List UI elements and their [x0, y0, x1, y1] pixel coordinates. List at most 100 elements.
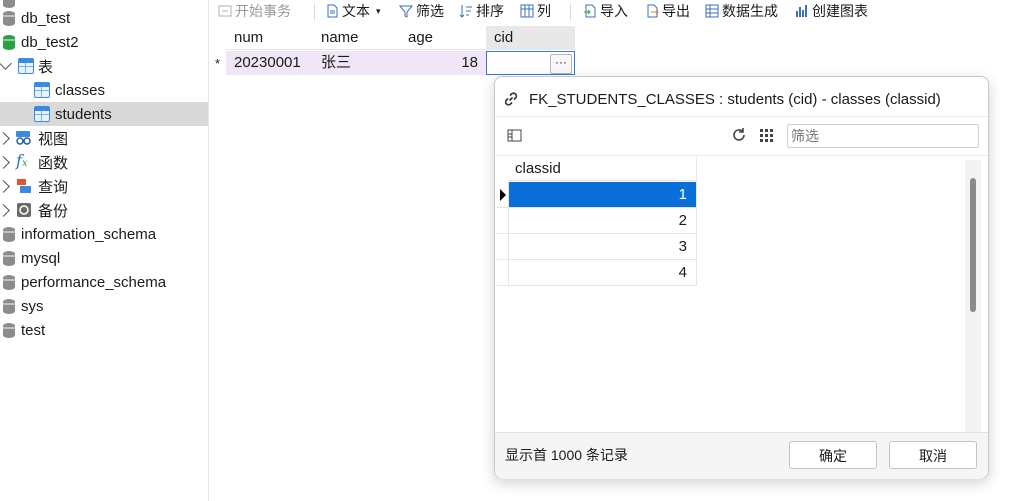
foreign-key-lookup-button[interactable]: ··· — [550, 54, 572, 74]
column-layout-icon[interactable] — [507, 128, 522, 143]
tree-item-label: sys — [21, 297, 44, 315]
navigation-sidebar: db_test db_test2 表 classes students 视图 f… — [0, 0, 209, 501]
record-count-text: 显示首 1000 条记录 — [505, 447, 628, 463]
dropdown-arrow-icon: ▾ — [376, 5, 381, 16]
tree-item-db-test[interactable]: db_test — [0, 6, 208, 30]
toolbar-divider — [314, 3, 315, 21]
export-button[interactable]: 导出 — [645, 0, 690, 22]
database-icon — [3, 299, 15, 314]
chevron-right-icon[interactable] — [0, 156, 10, 169]
table-icon — [34, 82, 50, 98]
lookup-row[interactable]: 3 — [509, 234, 697, 260]
column-header-age[interactable]: age — [400, 26, 487, 50]
tree-item-views[interactable]: 视图 — [0, 126, 208, 150]
column-header-classid[interactable]: classid — [509, 157, 697, 181]
cell-num[interactable]: 20230001 — [226, 51, 314, 75]
grid-view-icon[interactable] — [758, 127, 774, 143]
tree-item-label: 备份 — [38, 202, 69, 220]
document-icon — [327, 4, 338, 18]
sort-button[interactable]: 排序 — [459, 0, 504, 22]
refresh-icon[interactable] — [731, 127, 747, 143]
table-icon — [34, 106, 50, 122]
export-label: 导出 — [662, 3, 690, 19]
tree-item-test[interactable]: test — [0, 318, 208, 342]
tree-item-backups[interactable]: 备份 — [0, 198, 208, 222]
cell-name[interactable]: 张三 — [313, 51, 401, 75]
lookup-row[interactable]: 1 — [509, 182, 697, 208]
transaction-icon — [218, 5, 232, 17]
chevron-right-icon[interactable] — [0, 132, 10, 145]
row-marker — [497, 260, 509, 286]
export-icon — [647, 4, 659, 18]
tree-item-queries[interactable]: 查询 — [0, 174, 208, 198]
link-icon — [504, 92, 518, 106]
database-icon — [3, 275, 15, 290]
query-icon — [17, 179, 31, 193]
lookup-row[interactable]: 2 — [509, 208, 697, 234]
filter-input[interactable] — [787, 124, 979, 148]
text-menu-button[interactable]: 文本 ▾ — [325, 0, 381, 22]
tree-item-information-schema[interactable]: information_schema — [0, 222, 208, 246]
tree-item-label: 视图 — [38, 130, 69, 148]
ok-button[interactable]: 确定 — [789, 441, 877, 469]
tree-item-tables[interactable]: 表 — [0, 54, 208, 78]
chevron-down-icon[interactable] — [0, 57, 12, 70]
generate-data-button[interactable]: 数据生成 — [705, 0, 778, 22]
import-icon — [584, 4, 596, 18]
tree-item-label: information_schema — [21, 225, 157, 243]
tree-item-sys[interactable]: sys — [0, 294, 208, 318]
create-chart-button[interactable]: 创建图表 — [795, 0, 868, 22]
text-label: 文本 — [342, 3, 370, 19]
cancel-button[interactable]: 取消 — [889, 441, 977, 469]
cell-cid[interactable]: ··· — [486, 51, 575, 75]
row-marker — [497, 234, 509, 260]
chart-icon — [796, 5, 807, 17]
chevron-right-icon[interactable] — [0, 204, 10, 217]
tree-item-label: students — [55, 105, 112, 123]
import-label: 导入 — [600, 3, 628, 19]
tree-item-label: mysql — [21, 249, 61, 267]
column-header-name[interactable]: name — [313, 26, 401, 50]
lookup-row[interactable]: 4 — [509, 260, 697, 286]
tree-item-mysql[interactable]: mysql — [0, 246, 208, 270]
begin-transaction-button[interactable]: 开始事务 — [218, 0, 291, 22]
column-header-num[interactable]: num — [226, 26, 314, 50]
begin-transaction-label: 开始事务 — [235, 3, 291, 19]
sort-icon — [459, 5, 472, 18]
table-folder-icon — [18, 58, 34, 74]
database-icon — [3, 323, 15, 338]
vertical-scrollbar[interactable] — [965, 160, 981, 433]
tree-item-label: performance_schema — [21, 273, 167, 291]
filter-label: 筛选 — [416, 3, 444, 19]
tree-item-students[interactable]: students — [0, 102, 208, 126]
tree-item-performance-schema[interactable]: performance_schema — [0, 270, 208, 294]
database-icon — [3, 251, 15, 266]
columns-label: 列 — [537, 3, 551, 19]
lookup-grid: classid 1 2 3 4 — [497, 155, 969, 433]
chevron-right-icon[interactable] — [0, 180, 10, 193]
filter-button[interactable]: 筛选 — [399, 0, 444, 22]
database-icon — [3, 11, 15, 26]
tree-item-label: test — [21, 321, 46, 339]
tree-item-db-test2[interactable]: db_test2 — [0, 30, 208, 54]
toolbar-divider — [570, 3, 571, 21]
tree-item-label: 查询 — [38, 178, 69, 196]
view-icon — [16, 131, 31, 145]
cell-age[interactable]: 18 — [400, 51, 487, 75]
row-marker: * — [214, 56, 221, 71]
generate-data-label: 数据生成 — [722, 3, 778, 19]
tree-item-label: classes — [55, 81, 106, 99]
tree-item-functions[interactable]: fx 函数 — [0, 150, 208, 174]
tree-item-label: db_test — [21, 9, 71, 27]
popup-toolbar — [495, 116, 988, 156]
import-button[interactable]: 导入 — [583, 0, 628, 22]
tree-item-classes[interactable]: classes — [0, 78, 208, 102]
current-row-marker-icon — [497, 182, 509, 208]
row-marker — [497, 208, 509, 234]
tree-item-label: 函数 — [38, 154, 69, 172]
columns-icon — [520, 4, 534, 18]
column-header-cid[interactable]: cid — [486, 26, 575, 50]
columns-button[interactable]: 列 — [520, 0, 551, 22]
scrollbar-thumb[interactable] — [970, 178, 976, 312]
generate-data-icon — [705, 4, 719, 18]
